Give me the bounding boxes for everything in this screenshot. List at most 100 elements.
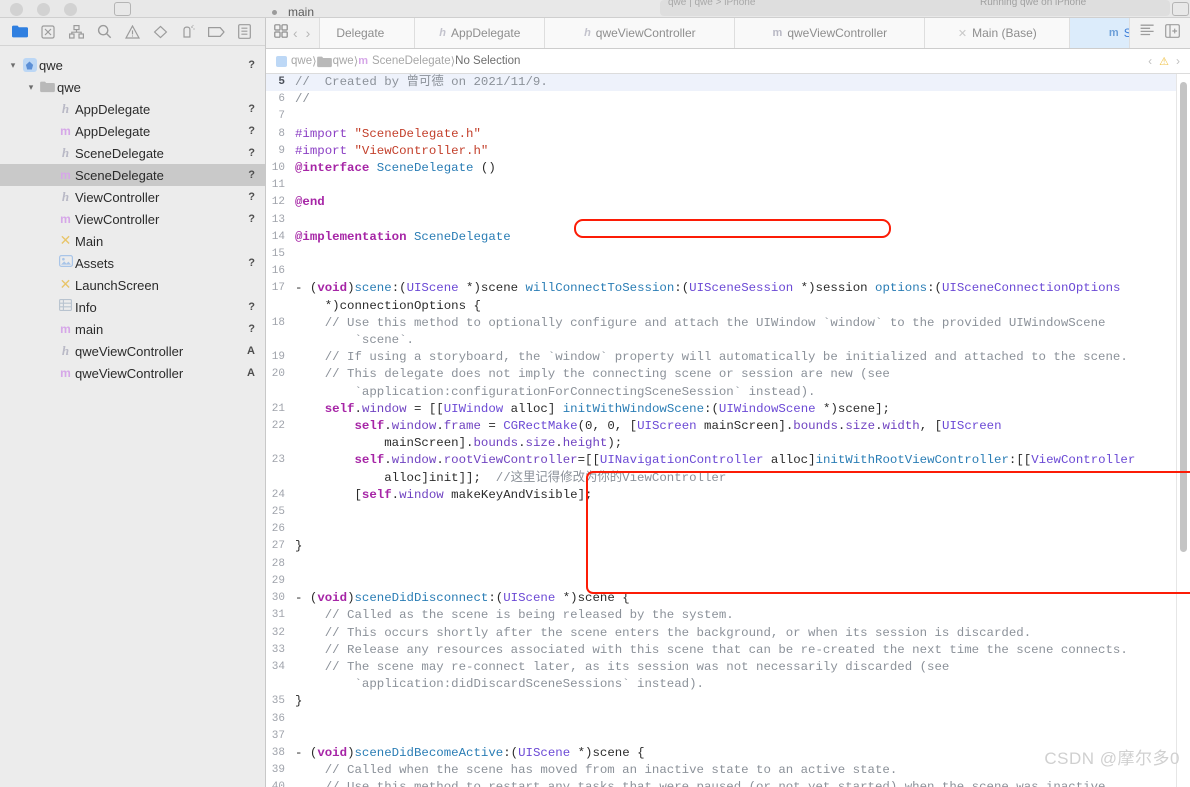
code-line-21[interactable]: 21 self.window = [[UIWindow alloc] initW… bbox=[266, 401, 1190, 418]
minimap-icon[interactable] bbox=[1140, 24, 1155, 42]
code-line-text[interactable]: // bbox=[292, 91, 1190, 108]
code-line-text[interactable]: // Release any resources associated with… bbox=[292, 642, 1190, 659]
breadcrumb-item-scenedelegate[interactable]: m SceneDelegate bbox=[358, 55, 450, 67]
code-line-text[interactable]: @end bbox=[292, 194, 1190, 211]
scheme-name[interactable]: main bbox=[288, 5, 314, 17]
code-line-34[interactable]: 34 // The scene may re-connect later, as… bbox=[266, 659, 1190, 693]
code-line-28[interactable]: 28 bbox=[266, 556, 1190, 573]
code-line-text[interactable]: // Called when the scene has moved from … bbox=[292, 762, 1190, 779]
code-line-text[interactable]: [self.window makeKeyAndVisible]; bbox=[292, 487, 1190, 504]
code-line-18[interactable]: 18 // Use this method to optionally conf… bbox=[266, 315, 1190, 349]
code-line-text[interactable]: // The scene may re-connect later, as it… bbox=[292, 659, 1190, 693]
code-line-text[interactable] bbox=[292, 711, 1190, 728]
code-line-23[interactable]: 23 self.window.rootViewController=[[UINa… bbox=[266, 452, 1190, 486]
code-line-37[interactable]: 37 bbox=[266, 728, 1190, 745]
code-line-6[interactable]: 6 // bbox=[266, 91, 1190, 108]
code-line-text[interactable]: self.window.frame = CGRectMake(0, 0, [UI… bbox=[292, 418, 1190, 452]
code-line-13[interactable]: 13 bbox=[266, 212, 1190, 229]
code-line-10[interactable]: 10 @interface SceneDelegate () bbox=[266, 160, 1190, 177]
code-line-40[interactable]: 40 // Use this method to restart any tas… bbox=[266, 779, 1190, 787]
code-line-text[interactable]: // Use this method to optionally configu… bbox=[292, 315, 1190, 349]
code-line-19[interactable]: 19 // If using a storyboard, the `window… bbox=[266, 349, 1190, 366]
code-line-35[interactable]: 35} bbox=[266, 693, 1190, 710]
inspector-toggle-icon[interactable] bbox=[1172, 2, 1189, 16]
code-line-text[interactable]: #import "SceneDelegate.h" bbox=[292, 126, 1190, 143]
code-line-text[interactable]: // This delegate does not imply the conn… bbox=[292, 366, 1190, 400]
grid-view-icon[interactable] bbox=[274, 23, 288, 43]
code-line-text[interactable]: - (void)sceneDidDisconnect:(UIScene *)sc… bbox=[292, 590, 1190, 607]
file-row-info-11[interactable]: Info? bbox=[0, 296, 265, 318]
code-line-text[interactable]: #import "ViewController.h" bbox=[292, 143, 1190, 160]
tab-strip[interactable]: Delegate h AppDelegate h qweViewController m q… bbox=[320, 18, 1129, 48]
sidebar-toggle-icon[interactable] bbox=[114, 2, 131, 16]
tab-qweviewcontroller[interactable]: h qweViewController bbox=[545, 18, 736, 48]
code-line-text[interactable]: // If using a storyboard, the `window` p… bbox=[292, 349, 1190, 366]
code-line-text[interactable]: self.window.rootViewController=[[UINavig… bbox=[292, 452, 1190, 486]
breadcrumb-item-qwe[interactable]: qwe bbox=[276, 55, 312, 67]
code-line-20[interactable]: 20 // This delegate does not imply the c… bbox=[266, 366, 1190, 400]
issue-navigator-icon[interactable] bbox=[118, 21, 146, 43]
code-line-39[interactable]: 39 // Called when the scene has moved fr… bbox=[266, 762, 1190, 779]
breadcrumb-item-no-selection[interactable]: No Selection bbox=[455, 55, 520, 67]
file-row-appdelegate-2[interactable]: h AppDelegate? bbox=[0, 98, 265, 120]
code-line-text[interactable] bbox=[292, 521, 1190, 538]
code-line-text[interactable]: @interface SceneDelegate () bbox=[292, 160, 1190, 177]
code-line-text[interactable] bbox=[292, 212, 1190, 229]
file-row-viewcontroller-7[interactable]: m ViewController? bbox=[0, 208, 265, 230]
add-editor-icon[interactable] bbox=[1165, 23, 1180, 43]
code-line-11[interactable]: 11 bbox=[266, 177, 1190, 194]
debug-navigator-icon[interactable] bbox=[175, 21, 203, 43]
code-line-text[interactable] bbox=[292, 573, 1190, 590]
code-line-7[interactable]: 7 bbox=[266, 108, 1190, 125]
project-file-list[interactable]: ▾ qwe? ▾ qwe h AppDelegate? m AppDelegate? h Scen… bbox=[0, 46, 265, 787]
code-line-text[interactable]: - (void)scene:(UIScene *)scene willConne… bbox=[292, 280, 1190, 314]
file-row-scenedelegate-5[interactable]: m SceneDelegate? bbox=[0, 164, 265, 186]
file-row-launchscreen-10[interactable]: ✕ LaunchScreen bbox=[0, 274, 265, 296]
code-line-25[interactable]: 25 bbox=[266, 504, 1190, 521]
code-line-text[interactable] bbox=[292, 263, 1190, 280]
code-line-17[interactable]: 17 - (void)scene:(UIScene *)scene willCon… bbox=[266, 280, 1190, 314]
close-button[interactable] bbox=[10, 3, 23, 16]
file-row-qwe-0[interactable]: ▾ qwe? bbox=[0, 54, 265, 76]
editor-scrollbar-thumb[interactable] bbox=[1180, 82, 1187, 552]
code-line-text[interactable] bbox=[292, 108, 1190, 125]
file-row-qwe-1[interactable]: ▾ qwe bbox=[0, 76, 265, 98]
code-line-text[interactable]: self.window = [[UIWindow alloc] initWith… bbox=[292, 401, 1190, 418]
code-line-29[interactable]: 29 bbox=[266, 573, 1190, 590]
code-line-text[interactable]: // This occurs shortly after the scene e… bbox=[292, 625, 1190, 642]
code-line-5[interactable]: 5 // Created by 曾可德 on 2021/11/9. bbox=[266, 74, 1190, 92]
code-line-24[interactable]: 24 [self.window makeKeyAndVisible]; bbox=[266, 487, 1190, 504]
code-line-text[interactable] bbox=[292, 177, 1190, 194]
traffic-lights[interactable] bbox=[10, 3, 77, 16]
code-line-14[interactable]: 14 @implementation SceneDelegate bbox=[266, 229, 1190, 246]
zoom-button[interactable] bbox=[64, 3, 77, 16]
file-row-scenedelegate-4[interactable]: h SceneDelegate? bbox=[0, 142, 265, 164]
code-editor[interactable]: 5 // Created by 曾可德 on 2021/11/9. 6 // 7 8 #i… bbox=[266, 74, 1190, 787]
tab-delegate[interactable]: Delegate bbox=[320, 18, 416, 48]
breakpoint-navigator-icon[interactable] bbox=[203, 21, 231, 43]
code-line-text[interactable] bbox=[292, 504, 1190, 521]
code-line-38[interactable]: 38 - (void)sceneDidBecomeActive:(UIScene … bbox=[266, 745, 1190, 762]
report-navigator-icon[interactable] bbox=[231, 21, 259, 43]
code-line-8[interactable]: 8 #import "SceneDelegate.h" bbox=[266, 126, 1190, 143]
navigate-forward-icon[interactable]: › bbox=[303, 25, 314, 41]
breadcrumb-item-qwe[interactable]: qwe bbox=[316, 55, 354, 68]
file-row-appdelegate-3[interactable]: m AppDelegate? bbox=[0, 120, 265, 142]
tab-main-base-[interactable]: ✕ Main (Base) bbox=[925, 18, 1071, 48]
file-row-qweviewcontroller-14[interactable]: m qweViewController A bbox=[0, 362, 265, 384]
code-line-30[interactable]: 30 - (void)sceneDidDisconnect:(UIScene *)… bbox=[266, 590, 1190, 607]
code-line-31[interactable]: 31 // Called as the scene is being relea… bbox=[266, 607, 1190, 624]
navigate-back-icon[interactable]: ‹ bbox=[290, 25, 301, 41]
previous-issue-icon[interactable]: ‹ bbox=[1148, 54, 1152, 68]
file-row-assets-9[interactable]: Assets? bbox=[0, 252, 265, 274]
code-line-text[interactable]: } bbox=[292, 693, 1190, 710]
file-row-qweviewcontroller-13[interactable]: h qweViewController A bbox=[0, 340, 265, 362]
tab-appdelegate[interactable]: h AppDelegate bbox=[415, 18, 546, 48]
symbol-navigator-icon[interactable] bbox=[62, 21, 90, 43]
minimize-button[interactable] bbox=[37, 3, 50, 16]
code-line-text[interactable]: } bbox=[292, 538, 1190, 555]
tab-scenedelegate[interactable]: mSceneDelegate bbox=[1070, 18, 1129, 48]
breadcrumb[interactable]: qwe ⟩ qwe ⟩ m SceneDelegate ⟩ No Selection ‹ ⚠ … bbox=[266, 49, 1190, 74]
source-code[interactable]: 5 // Created by 曾可德 on 2021/11/9. 6 // 7 8 #i… bbox=[266, 74, 1190, 787]
code-line-26[interactable]: 26 bbox=[266, 521, 1190, 538]
